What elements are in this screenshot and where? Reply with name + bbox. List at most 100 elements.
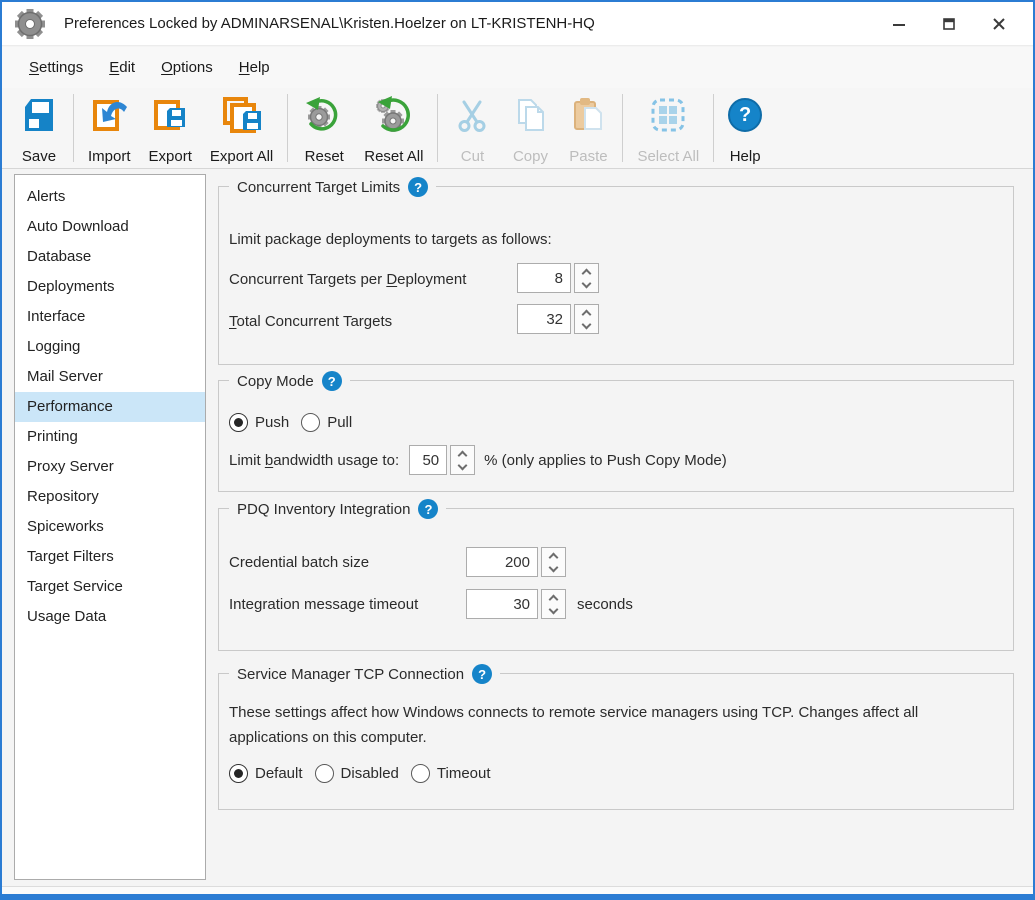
maximize-button[interactable] [939, 14, 959, 34]
titlebar: Preferences Locked by ADMINARSENAL\Krist… [2, 2, 1033, 46]
toolbar-separator [713, 94, 714, 162]
menu-edit[interactable]: Edit [96, 53, 148, 82]
menu-options[interactable]: Options [148, 53, 226, 82]
spin-down-button[interactable] [451, 460, 474, 474]
radio-timeout-label: Timeout [437, 765, 491, 782]
integration-message-timeout-label: Integration message timeout [229, 596, 466, 613]
help-icon[interactable]: ? [322, 371, 342, 391]
preferences-window: Preferences Locked by ADMINARSENAL\Krist… [0, 0, 1035, 900]
sidebar-item-repository[interactable]: Repository [15, 482, 205, 512]
spin-up-button[interactable] [575, 264, 598, 278]
save-icon [19, 93, 59, 137]
pdq-inventory-integration-group: PDQ Inventory Integration ? Credential b… [218, 508, 1014, 651]
sidebar-item-interface[interactable]: Interface [15, 302, 205, 332]
sidebar-item-deployments[interactable]: Deployments [15, 272, 205, 302]
save-button[interactable]: Save [10, 88, 68, 168]
concurrent-target-limits-group: Concurrent Target Limits ? Limit package… [218, 186, 1014, 365]
toolbar-separator [622, 94, 623, 162]
sidebar-item-alerts[interactable]: Alerts [15, 182, 205, 212]
concurrent-per-deployment-label: Concurrent Targets per Deployment [229, 271, 466, 288]
close-button[interactable] [989, 14, 1009, 34]
sidebar-item-printing[interactable]: Printing [15, 422, 205, 452]
import-label: Import [88, 148, 131, 165]
service-manager-tcp-group: Service Manager TCP Connection ? These s… [218, 673, 1014, 810]
total-concurrent-targets-spinner: 32 [517, 304, 599, 334]
sidebar-item-mail-server[interactable]: Mail Server [15, 362, 205, 392]
export-all-button[interactable]: Export All [201, 88, 282, 168]
spin-up-button[interactable] [575, 305, 598, 319]
spin-down-button[interactable] [542, 562, 565, 576]
sidebar-item-database[interactable]: Database [15, 242, 205, 272]
sidebar-item-logging[interactable]: Logging [15, 332, 205, 362]
radio-timeout[interactable] [411, 764, 430, 783]
cut-button: Cut [443, 88, 501, 168]
gear-icon [12, 6, 48, 42]
spin-value: 30 [513, 596, 530, 613]
copy-button: Copy [501, 88, 559, 168]
spin-buttons [541, 547, 566, 577]
radio-disabled[interactable] [315, 764, 334, 783]
export-label: Export [149, 148, 192, 165]
concurrent-per-deployment-input[interactable]: 8 [517, 263, 571, 293]
group-title: Concurrent Target Limits [237, 179, 400, 196]
spin-up-button[interactable] [542, 590, 565, 604]
copy-label: Copy [513, 148, 548, 165]
reset-icon [302, 93, 346, 137]
cut-label: Cut [461, 148, 484, 165]
help-button[interactable]: ? Help [719, 88, 771, 168]
group-title: Service Manager TCP Connection [237, 666, 464, 683]
integration-message-timeout-spinner: 30 [466, 589, 566, 619]
sidebar-item-target-service[interactable]: Target Service [15, 572, 205, 602]
toolbar-separator [73, 94, 74, 162]
help-icon[interactable]: ? [418, 499, 438, 519]
reset-all-icon [371, 93, 417, 137]
bandwidth-label: Limit bandwidth usage to: [229, 452, 399, 469]
sidebar-item-target-filters[interactable]: Target Filters [15, 542, 205, 572]
group-title: Copy Mode [237, 373, 314, 390]
copy-icon [510, 93, 550, 137]
reset-button[interactable]: Reset [293, 88, 355, 168]
spin-up-button[interactable] [542, 548, 565, 562]
menu-settings[interactable]: Settings [16, 53, 96, 82]
spin-value: 32 [546, 311, 563, 328]
help-icon[interactable]: ? [408, 177, 428, 197]
integration-message-timeout-input[interactable]: 30 [466, 589, 538, 619]
reset-label: Reset [305, 148, 344, 165]
radio-default[interactable] [229, 764, 248, 783]
menu-help[interactable]: Help [226, 53, 283, 82]
sidebar-item-spiceworks[interactable]: Spiceworks [15, 512, 205, 542]
spin-buttons [574, 263, 599, 293]
spin-down-button[interactable] [575, 278, 598, 292]
import-icon [89, 93, 129, 137]
sidebar-item-proxy-server[interactable]: Proxy Server [15, 452, 205, 482]
credential-batch-size-input[interactable]: 200 [466, 547, 538, 577]
concurrent-per-deployment-spinner: 8 [517, 263, 599, 293]
export-button[interactable]: Export [140, 88, 201, 168]
reset-all-button[interactable]: Reset All [355, 88, 432, 168]
select-all-label: Select All [637, 148, 699, 165]
total-concurrent-targets-input[interactable]: 32 [517, 304, 571, 334]
status-strip [2, 886, 1033, 894]
save-label: Save [22, 148, 56, 165]
radio-pull[interactable] [301, 413, 320, 432]
export-icon [150, 93, 190, 137]
help-icon[interactable]: ? [472, 664, 492, 684]
toolbar-separator [287, 94, 288, 162]
bandwidth-input[interactable]: 50 [409, 445, 447, 475]
minimize-button[interactable] [889, 14, 909, 34]
sidebar-item-usage-data[interactable]: Usage Data [15, 602, 205, 632]
spin-up-button[interactable] [451, 446, 474, 460]
radio-push-label: Push [255, 414, 289, 431]
radio-push[interactable] [229, 413, 248, 432]
radio-default-label: Default [255, 765, 303, 782]
paste-button: Paste [559, 88, 617, 168]
spin-down-button[interactable] [575, 319, 598, 333]
reset-all-label: Reset All [364, 148, 423, 165]
preferences-category-list: Alerts Auto Download Database Deployment… [14, 174, 206, 880]
radio-disabled-label: Disabled [341, 765, 399, 782]
import-button[interactable]: Import [79, 88, 140, 168]
sidebar-item-performance[interactable]: Performance [15, 392, 205, 422]
help-icon: ? [728, 93, 762, 137]
sidebar-item-auto-download[interactable]: Auto Download [15, 212, 205, 242]
spin-down-button[interactable] [542, 604, 565, 618]
